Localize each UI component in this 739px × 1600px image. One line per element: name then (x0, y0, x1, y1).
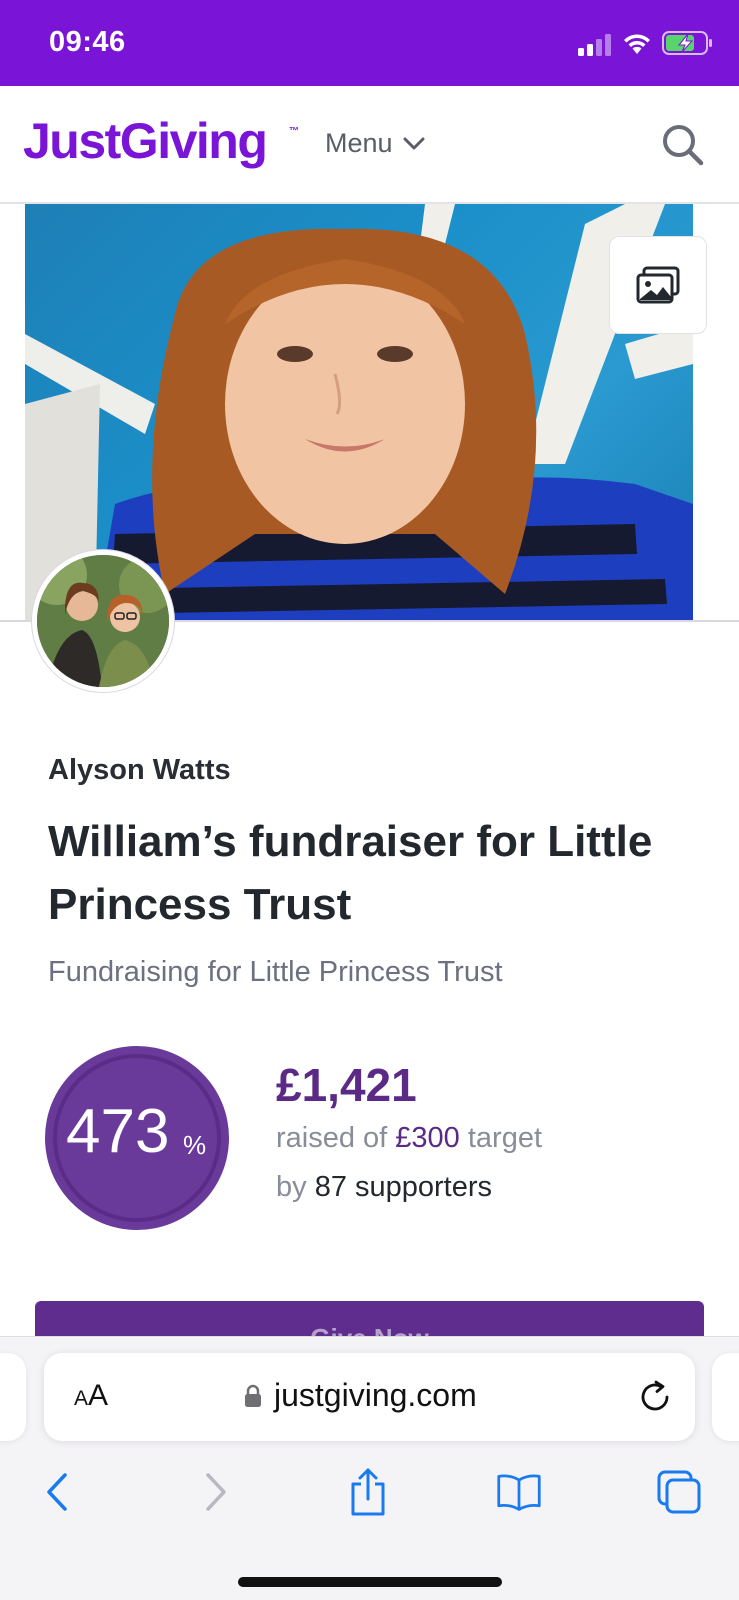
menu-label: Menu (325, 128, 393, 158)
avatar[interactable] (32, 550, 174, 692)
supporters-line: by 87 supporters (276, 1171, 492, 1204)
share-icon (351, 1468, 385, 1516)
browser-toolbar: AA justgiving.com (0, 1336, 739, 1600)
charity-subtitle[interactable]: Fundraising for Little Princess Trust (48, 956, 503, 989)
avatar-photo (37, 555, 169, 687)
address-bar[interactable]: AA justgiving.com (44, 1353, 695, 1441)
home-indicator[interactable] (238, 1577, 502, 1587)
battery-charging-icon (662, 31, 712, 55)
page-owner-name: Alyson Watts (48, 754, 231, 786)
next-tab-preview[interactable] (712, 1353, 739, 1441)
search-icon[interactable] (660, 122, 706, 168)
status-bar: 09:46 (0, 0, 739, 86)
wifi-icon (624, 34, 650, 54)
by-prefix: by (276, 1171, 315, 1203)
page-title: William’s fundraiser for Little Princess… (48, 817, 653, 929)
aa-small-label: A (74, 1387, 89, 1410)
menu-button[interactable]: Menu (325, 128, 425, 159)
chevron-down-icon (403, 137, 425, 149)
logo-trademark: ™ (289, 126, 299, 137)
site-header: JustGiving ™ Menu (0, 86, 739, 204)
lock-icon (245, 1384, 261, 1407)
reload-icon[interactable] (636, 1378, 674, 1416)
share-button[interactable] (345, 1467, 391, 1517)
url-display[interactable]: justgiving.com (244, 1377, 477, 1414)
supporters-count[interactable]: 87 supporters (315, 1171, 492, 1203)
progress-percent: 473 (66, 1097, 170, 1166)
justgiving-logo[interactable]: JustGiving (23, 112, 268, 170)
gallery-icon (636, 266, 680, 304)
target-suffix: target (459, 1122, 543, 1154)
progress-percent-sign: % (183, 1130, 207, 1160)
status-time: 09:46 (49, 26, 126, 58)
gallery-button[interactable] (609, 236, 707, 334)
target-line: raised of £300 target (276, 1122, 542, 1155)
raised-prefix: raised of (276, 1122, 396, 1154)
cellular-signal-icon (578, 34, 611, 56)
reader-settings-button[interactable]: AA (74, 1379, 108, 1413)
tabs-button[interactable] (656, 1467, 702, 1517)
forward-arrow-icon (206, 1473, 226, 1511)
raised-amount: £1,421 (276, 1059, 417, 1111)
back-button[interactable] (34, 1467, 80, 1517)
url-text: justgiving.com (274, 1377, 477, 1413)
tabs-icon (657, 1470, 701, 1514)
bookmarks-button[interactable] (496, 1467, 542, 1517)
forward-button[interactable] (193, 1467, 239, 1517)
aa-large-label: A (88, 1379, 109, 1412)
bookmarks-icon (497, 1474, 541, 1511)
previous-tab-preview[interactable] (0, 1353, 26, 1441)
back-arrow-icon (47, 1473, 67, 1511)
target-amount: £300 (395, 1122, 460, 1154)
